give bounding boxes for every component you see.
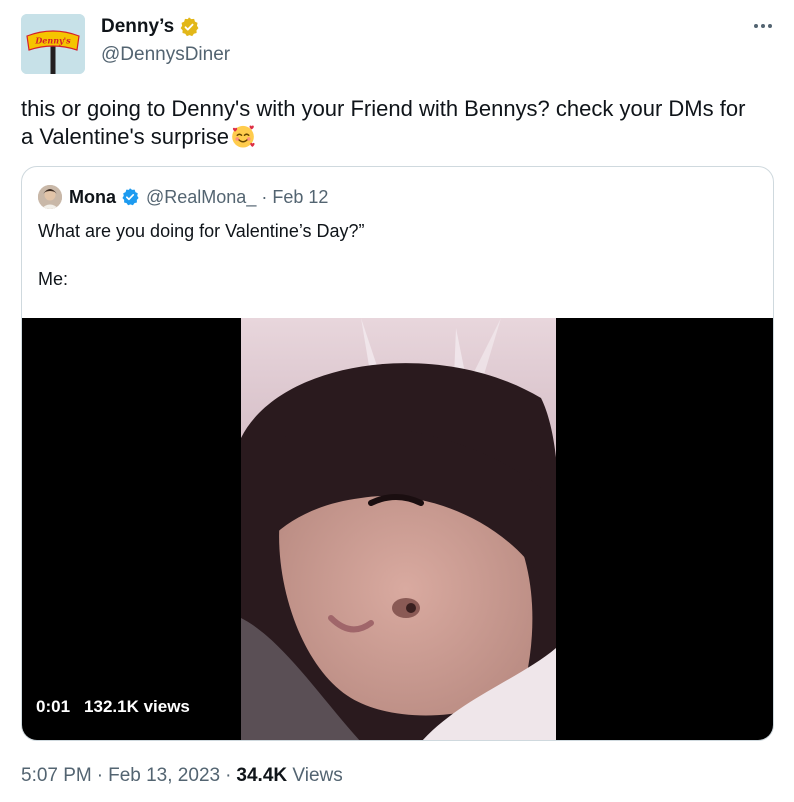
quoted-author-name[interactable]: Mona [69,186,116,208]
video-overlay: 0:01 132.1K views [36,696,190,718]
quoted-author-handle[interactable]: @RealMona_ [146,186,256,208]
denny-avatar[interactable]: Denny's [21,14,85,74]
more-options-button[interactable] [748,14,778,38]
smiling-face-with-hearts-icon [232,125,255,148]
tweet-text-container: this or going to Denny's with your Frien… [21,95,761,151]
tweet-text: this or going to Denny's with your Frien… [21,96,746,149]
tweet-date[interactable]: Feb 13, 2023 [108,765,220,786]
more-dots-icon [754,24,772,28]
verified-blue-icon [122,188,139,206]
quoted-separator: · [261,187,268,207]
dennys-logo-icon: Denny's [21,14,85,74]
video-frame [241,318,556,740]
meta-separator-2: · [225,765,232,786]
views-label[interactable]: Views [292,765,342,786]
mona-avatar[interactable] [38,185,62,209]
logo-text: Denny's [34,36,71,46]
video-views: 132.1K views [84,697,190,716]
tweet: Denny's Denny’s @DennysDiner this or goi… [0,0,794,802]
video-time: 0:01 [36,697,71,716]
author-handle[interactable]: @DennysDiner [101,43,230,67]
verified-gold-icon [180,17,199,37]
tweet-meta: 5:07 PM · Feb 13, 2023 · 34.4K Views [21,764,343,788]
tweet-time[interactable]: 5:07 PM [21,765,92,786]
views-count[interactable]: 34.4K [236,765,287,786]
author-name[interactable]: Denny’s [101,15,174,39]
video-player[interactable]: 0:01 132.1K views [22,318,773,740]
quoted-date[interactable]: Feb 12 [272,186,328,208]
quoted-tweet-text: What are you doing for Valentine’s Day?”… [38,219,738,291]
quoted-tweet-header: Mona @RealMona_ · Feb 12 [38,185,328,209]
quoted-text-line-1: What are you doing for Valentine’s Day?” [38,221,365,241]
author-name-row[interactable]: Denny’s [101,15,200,39]
quoted-tweet[interactable]: Mona @RealMona_ · Feb 12 What are you do… [21,166,774,741]
quoted-text-line-2: Me: [38,269,69,289]
video-still-image [241,318,556,740]
meta-separator-1: · [96,765,104,786]
avatar-photo-icon [38,185,62,209]
